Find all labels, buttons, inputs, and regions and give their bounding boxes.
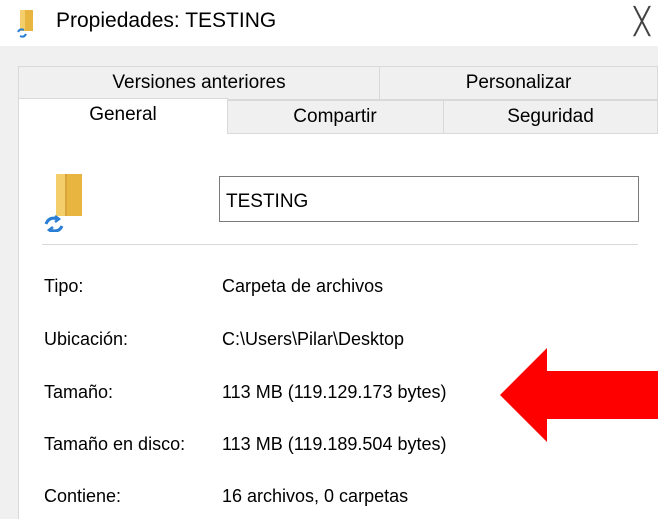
contains-label: Contiene: bbox=[44, 486, 122, 506]
size-on-disk-label: Tamaño en disco: bbox=[44, 434, 186, 454]
size-value: 113 MB (119.129.173 bytes) bbox=[222, 382, 447, 402]
folder-name-input[interactable] bbox=[219, 176, 639, 222]
tab-seguridad[interactable]: Seguridad bbox=[443, 100, 658, 134]
tab-general[interactable]: General bbox=[18, 98, 228, 134]
folder-shared-icon bbox=[44, 174, 82, 232]
size-on-disk-value: 113 MB (119.189.504 bytes) bbox=[222, 434, 447, 454]
tab-personalizar[interactable]: Personalizar bbox=[379, 66, 658, 100]
tab-versiones-anteriores[interactable]: Versiones anteriores bbox=[18, 66, 380, 100]
contains-value: 16 archivos, 0 carpetas bbox=[222, 486, 409, 506]
location-value: C:\Users\Pilar\Desktop bbox=[222, 329, 405, 349]
type-label: Tipo: bbox=[44, 276, 84, 296]
tab-compartir[interactable]: Compartir bbox=[226, 100, 444, 134]
divider bbox=[42, 244, 638, 245]
close-button[interactable]: ╳ bbox=[626, 0, 658, 46]
size-label: Tamaño: bbox=[44, 382, 114, 402]
window-title: Propiedades: TESTING bbox=[56, 9, 277, 32]
folder-icon bbox=[17, 10, 33, 38]
location-label: Ubicación: bbox=[44, 329, 129, 349]
red-arrow-icon bbox=[500, 348, 658, 442]
title-bar[interactable]: Propiedades: TESTING ╳ bbox=[0, 0, 658, 46]
type-value: Carpeta de archivos bbox=[222, 276, 384, 296]
